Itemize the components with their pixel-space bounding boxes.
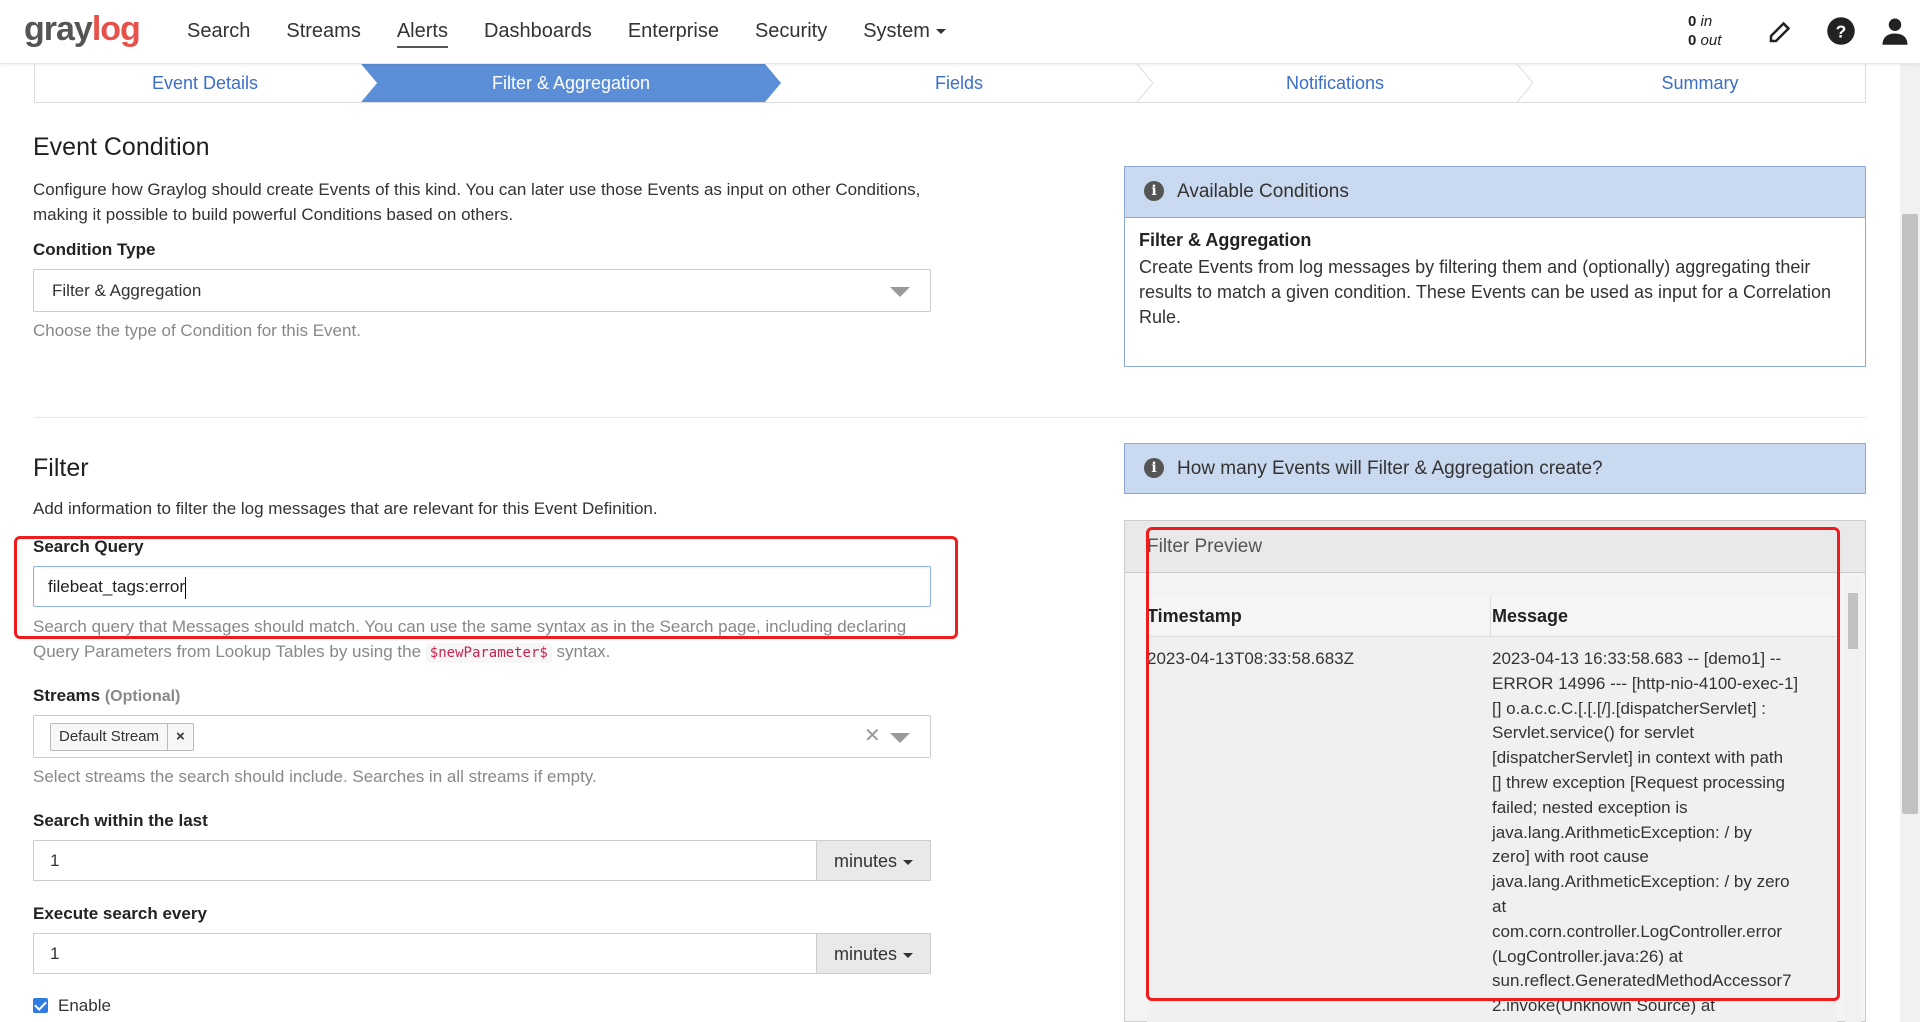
step-summary[interactable]: Summary [1533,64,1867,102]
chevron-down-icon [935,29,946,35]
execute-every-value: 1 [50,944,60,963]
search-within-input[interactable]: 1 [33,840,817,881]
enable-label: Enable [58,996,111,1015]
stream-tag: Default Stream × [50,723,194,751]
execute-every-label: Execute search every [33,904,207,923]
filter-preview-panel: Filter Preview Timestamp Message 2023-04… [1124,520,1866,1022]
step-event-details[interactable]: Event Details [35,64,375,102]
page-scrollbar[interactable] [1900,64,1920,1022]
nav-system[interactable]: System [845,0,964,64]
info-icon: i [1144,458,1164,478]
step-notifications[interactable]: Notifications [1153,64,1517,102]
user-icon[interactable] [1880,16,1910,46]
chevron-down-icon [903,952,914,958]
message-line: [] threw exception [Request processing [1492,772,1785,792]
search-query-input[interactable]: filebeat_tags:error [33,566,931,607]
search-within-label: Search within the last [33,811,208,830]
clear-streams-icon[interactable]: ✕ [864,723,881,748]
preview-scrollbar-thumb[interactable] [1848,593,1858,649]
message-line: 2023-04-13 16:33:58.683 -- [demo1] -- [1492,649,1782,668]
step-separator [1517,64,1533,102]
step-fields[interactable]: Fields [781,64,1137,102]
top-navbar: graylog Search Streams Alerts Dashboards… [0,0,1920,64]
info-icon: i [1144,181,1164,201]
message-line: 2.invoke(Unknown Source) at [1492,996,1716,1016]
step-separator [1137,64,1153,102]
help-icon[interactable]: ? [1826,16,1856,46]
search-within-value: 1 [50,851,60,870]
message-line: com.corn.controller.LogController.error [1492,921,1783,941]
events-estimate-header: i How many Events will Filter & Aggregat… [1125,444,1865,493]
remove-stream-icon[interactable]: × [168,724,193,750]
preview-scrollbar[interactable] [1845,577,1861,1022]
edit-icon[interactable] [1766,16,1796,46]
graylog-logo[interactable]: graylog [24,10,141,49]
step-separator [765,64,781,102]
enable-checkbox[interactable] [33,998,48,1013]
streams-label: Streams (Optional) [33,686,181,705]
condition-type-select[interactable]: Filter & Aggregation [33,269,931,312]
available-conditions-item-body: Create Events from log messages by filte… [1139,257,1832,327]
available-conditions-header-text: Available Conditions [1177,181,1349,202]
event-condition-title: Event Condition [33,133,210,161]
execute-every-unit-dropdown[interactable]: minutes [817,933,931,974]
column-header-message: Message [1492,606,1569,626]
step-separator [361,64,377,102]
events-estimate-panel[interactable]: i How many Events will Filter & Aggregat… [1124,443,1866,494]
column-header-timestamp: Timestamp [1147,606,1242,626]
search-query-value: filebeat_tags:error [48,567,187,607]
throughput-indicator[interactable]: 0 in 0 out [1688,12,1721,50]
condition-type-help: Choose the type of Condition for this Ev… [33,321,361,340]
row-timestamp: 2023-04-13T08:33:58.683Z [1147,649,1354,668]
nav-enterprise[interactable]: Enterprise [610,0,737,64]
message-line: [dispatcherServlet] in context with path [1492,748,1784,768]
message-line: failed; nested exception is [1492,797,1688,817]
chevron-down-icon [890,733,910,743]
search-query-help: Search query that Messages should match.… [33,617,907,663]
available-conditions-panel: i Available Conditions Filter & Aggregat… [1124,166,1866,367]
nav-alerts[interactable]: Alerts [379,0,466,64]
nav-search[interactable]: Search [169,0,268,64]
message-line: java.lang.ArithmeticException: / by [1492,822,1752,842]
streams-help: Select streams the search should include… [33,767,597,786]
condition-type-value: Filter & Aggregation [52,281,202,300]
message-line: sun.reflect.GeneratedMethodAccessor7 [1492,971,1792,991]
available-conditions-item-title: Filter & Aggregation [1139,230,1312,250]
preview-table: Timestamp Message 2023-04-13T08:33:58.68… [1147,597,1837,1022]
column-divider [1490,597,1491,637]
stream-tag-label: Default Stream [51,724,169,750]
filter-description: Add information to filter the log messag… [33,499,658,518]
chevron-down-icon [890,287,910,297]
nav-streams[interactable]: Streams [268,0,378,64]
filter-preview-title: Filter Preview [1147,536,1263,557]
filter-preview-header: Filter Preview [1125,521,1865,573]
nav-security[interactable]: Security [737,0,845,64]
message-line: at [1492,896,1507,916]
message-line: [] o.a.c.c.C.[.[.[/].[dispatcherServlet]… [1492,698,1766,718]
page-scrollbar-thumb[interactable] [1902,214,1918,814]
wizard-steps: Event Details Filter & Aggregation Field… [34,64,1866,103]
search-query-label: Search Query [33,537,144,556]
chevron-down-icon [903,859,914,865]
execute-every-input[interactable]: 1 [33,933,817,974]
main-nav: Search Streams Alerts Dashboards Enterpr… [169,0,964,64]
nav-dashboards[interactable]: Dashboards [466,0,610,64]
event-condition-description: Configure how Graylog should create Even… [33,180,921,224]
message-line: Servlet.service() for servlet [1492,723,1695,743]
svg-text:?: ? [1836,21,1847,41]
message-line: java.lang.ArithmeticException: / by zero [1492,872,1790,892]
section-divider [34,417,1866,418]
message-line: zero] with root cause [1492,847,1649,867]
search-within-unit-dropdown[interactable]: minutes [817,840,931,881]
events-estimate-header-text: How many Events will Filter & Aggregatio… [1177,458,1603,479]
message-line: (LogController.java:26) at [1492,946,1683,966]
streams-select[interactable]: Default Stream × ✕ [33,715,931,758]
row-message: 2023-04-13 16:33:58.683 -- [demo1] -- ERR… [1492,647,1832,1019]
filter-title: Filter [33,454,89,482]
condition-type-label: Condition Type [33,240,156,259]
step-filter-aggregation[interactable]: Filter & Aggregation [377,64,765,102]
parameter-syntax-code: $newParameter$ [425,643,552,663]
available-conditions-header: i Available Conditions [1125,167,1865,218]
message-line: ERROR 14996 --- [http-nio-4100-exec-1] [1492,673,1799,693]
